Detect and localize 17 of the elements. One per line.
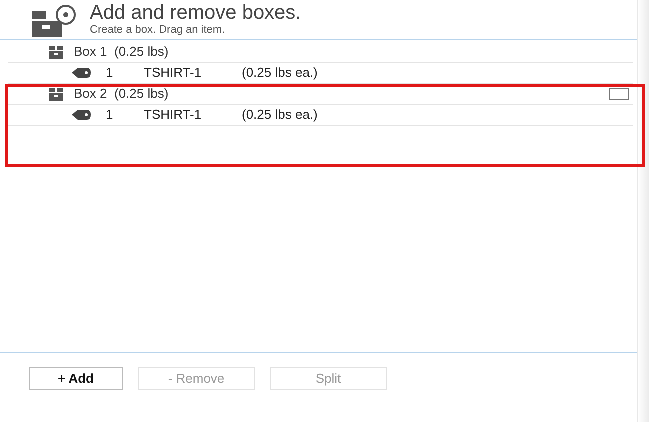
item-weight: (0.25 lbs ea.) — [242, 106, 318, 124]
item-sku: TSHIRT-1 — [144, 106, 203, 124]
subtitle: Create a box. Drag an item. — [90, 25, 226, 36]
box-icon — [48, 87, 64, 101]
box-name[interactable]: Box 2 (0.25 lbs) — [74, 84, 169, 104]
tag-icon — [72, 109, 92, 121]
item-quantity: 1 — [106, 64, 114, 82]
box-add-icon — [30, 3, 78, 37]
box-icon — [48, 45, 64, 59]
tag-icon — [72, 67, 92, 79]
box-name[interactable]: Box 1 (0.25 lbs) — [74, 42, 169, 62]
item-weight: (0.25 lbs ea.) — [242, 64, 318, 82]
title: Add and remove boxes. — [90, 3, 302, 23]
item-sku: TSHIRT-1 — [144, 64, 203, 82]
checkbox[interactable] — [609, 88, 629, 100]
item-quantity: 1 — [106, 106, 114, 124]
action-button[interactable]: + Add — [29, 367, 123, 390]
